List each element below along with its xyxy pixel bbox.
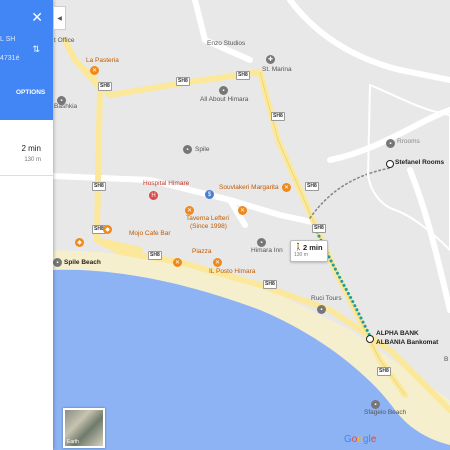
origin-marker-icon[interactable] [366,335,374,343]
chevron-left-icon: ◀ [57,15,62,22]
restaurant-icon[interactable]: ✕ [213,258,222,267]
google-logo-letter: e [370,434,377,445]
place-label[interactable]: Spile [195,146,209,154]
place-label[interactable]: B [444,356,448,364]
hotel-icon[interactable]: ▪ [386,139,395,148]
road-shield: SH8 [92,182,106,191]
beach-icon[interactable]: ▪ [371,400,380,409]
collapse-panel-button[interactable]: ◀ [53,6,66,30]
road-shield: SH8 [305,182,319,191]
place-label[interactable]: Enzo Studios [207,40,245,48]
road-shield: SH8 [176,77,190,86]
directions-panel: ✕ L SH 4731é ⇅ OPTIONS 2 min 130 m [0,0,53,450]
place-label[interactable]: La Pasteria [86,57,119,65]
place-label[interactable]: Stefanel Rooms [395,159,444,167]
earth-view-toggle[interactable]: Earth [63,408,105,448]
road-shield: SH8 [98,82,112,91]
restaurant-icon[interactable]: ✕ [173,258,182,267]
place-label[interactable]: Mojo Cafe Bar [129,230,171,238]
place-label[interactable]: St. Marina [262,66,292,74]
church-icon[interactable]: ✚ [266,55,275,64]
place-label[interactable]: ALPHA BANK [376,330,419,338]
bar-icon[interactable]: ◆ [75,238,84,247]
restaurant-icon[interactable]: ✕ [90,66,99,75]
walking-person-icon: 🚶 [294,244,303,251]
place-label[interactable]: Bashkia [54,103,77,111]
place-label[interactable]: Himara Inn [251,247,283,255]
shop-icon[interactable]: ▪ [219,86,228,95]
place-label[interactable]: Spile Beach [64,259,101,267]
restaurant-icon[interactable]: ✕ [185,206,194,215]
directions-header: ✕ L SH 4731é ⇅ OPTIONS [0,0,53,120]
divider [0,175,53,176]
destination-field[interactable]: 4731é [0,55,19,62]
walk-duration: 2 min [303,243,323,252]
camera-icon[interactable]: ▪ [183,145,192,154]
road-shield: SH8 [263,280,277,289]
restaurant-icon[interactable]: ✕ [282,183,291,192]
beach-icon[interactable]: ▪ [53,258,62,267]
bank-icon[interactable]: $ [205,190,214,199]
place-label[interactable]: Taverna Lefteri [186,215,229,223]
place-label[interactable]: IL Posto Himara [209,268,255,276]
shop-icon[interactable]: ▪ [317,305,326,314]
place-label[interactable]: All About Himara [200,96,248,104]
close-icon[interactable]: ✕ [31,9,43,26]
google-logo-letter: G [344,434,352,445]
route-distance: 130 m [24,157,41,163]
restaurant-icon[interactable]: ✕ [238,206,247,215]
place-label[interactable]: Sfageio Beach [364,409,406,417]
cafe-icon[interactable]: ◆ [103,225,112,234]
walk-duration-badge[interactable]: 🚶 2 min 130 m [290,240,328,262]
earth-label: Earth [67,439,79,445]
place-label[interactable]: Piazza [192,248,212,256]
road-shield: SH8 [312,224,326,233]
place-label[interactable]: Souvlakeri Margarita [219,184,279,192]
place-label[interactable]: Ruci Tours [311,295,342,303]
place-label[interactable]: Hospital Himare [143,180,189,188]
google-logo: Google [344,434,376,445]
place-label[interactable]: t Office [54,37,74,45]
place-label[interactable]: Rrooms [397,138,420,146]
road-shield: SH8 [148,251,162,260]
road-shield: SH8 [236,71,250,80]
road-shield: SH8 [271,112,285,121]
road-shield: SH8 [377,367,391,376]
options-button[interactable]: OPTIONS [16,89,45,96]
destination-marker-icon[interactable] [386,160,394,168]
hospital-icon[interactable]: H [149,191,158,200]
hotel-icon[interactable]: ▪ [257,238,266,247]
walk-distance: 130 m [294,252,308,258]
swap-icon[interactable]: ⇅ [32,44,40,55]
place-label[interactable]: ALBANIA Bankomat [376,339,438,347]
place-label[interactable]: (Since 1998) [190,223,227,231]
origin-field[interactable]: L SH [0,36,15,43]
route-duration[interactable]: 2 min [21,144,41,153]
